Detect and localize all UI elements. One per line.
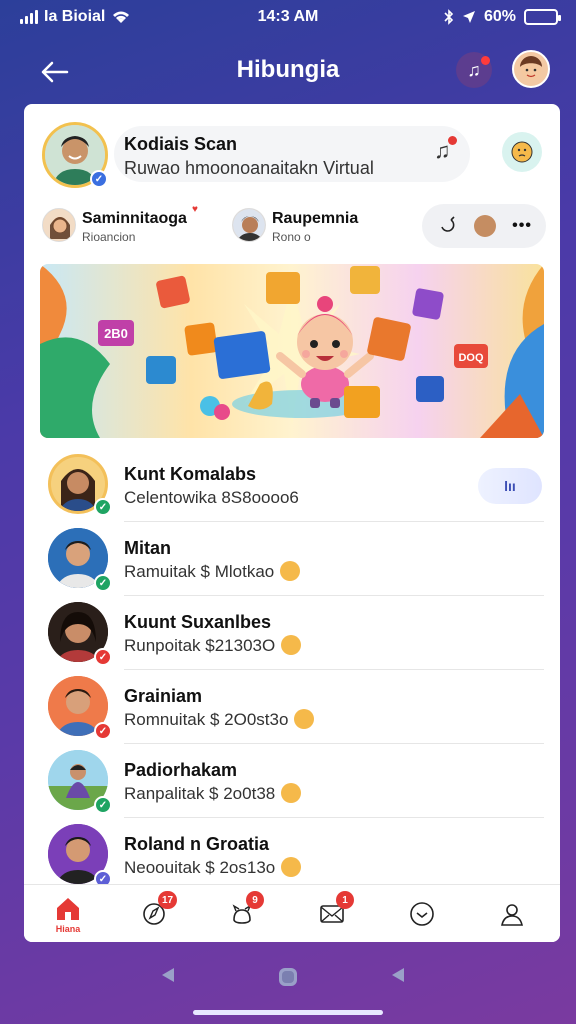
- user-icon: [501, 904, 523, 926]
- avatar[interactable]: [512, 50, 550, 88]
- contact-name: Kuunt Suxanlbes: [124, 612, 272, 632]
- contact-sub: Romnuitak $ 2O0st3o: [124, 708, 315, 731]
- status-bar: Ia Bioial 14:3 AM 60%: [0, 0, 576, 36]
- suggested-row: Saminnitaoga Rioancion ♥ Raupemnia Rono …: [42, 204, 546, 248]
- avatar: [42, 208, 76, 242]
- nav-profile[interactable]: [480, 885, 544, 942]
- verified-icon: ✓: [94, 796, 112, 814]
- emoji-icon: [294, 708, 315, 729]
- nav-mail[interactable]: 1: [300, 885, 364, 942]
- bottom-nav: Hiana 17 9 1: [24, 884, 560, 942]
- tile-label: 2B0: [104, 326, 128, 341]
- emoji-icon: [281, 856, 302, 877]
- contact-name: Grainiam: [124, 686, 203, 706]
- heart-icon: ♥: [192, 204, 198, 215]
- verified-icon: ✓: [94, 498, 112, 516]
- contact-name: Padiorhakam: [124, 760, 238, 780]
- promo-banner[interactable]: 2B0 DOQ: [40, 264, 544, 438]
- smiley-icon: [511, 141, 533, 163]
- list-item[interactable]: ✓ Padiorhakam Ranpalitak $ 2o0t38: [24, 744, 560, 818]
- featured-info: Kodiais Scan Ruwao hmoonoanaitakn Virtua…: [114, 126, 470, 182]
- avatar-face-icon: [520, 56, 542, 80]
- suggested-name: Raupemnia: [272, 210, 359, 227]
- verified-icon: ✓: [94, 722, 112, 740]
- banner-illustration: 2B0 DOQ: [40, 264, 544, 438]
- emoji-button[interactable]: [502, 132, 542, 172]
- notification-badge: 9: [246, 891, 264, 909]
- list-item[interactable]: ✓ Kunt Komalabs Celentowika 8S8oooo6 lıı: [24, 448, 560, 522]
- emoji-icon: [281, 634, 302, 655]
- emoji-icon: [280, 560, 301, 581]
- bluetooth-icon: [444, 9, 454, 25]
- quick-controls: •••: [422, 204, 546, 248]
- attach-icon[interactable]: [436, 215, 458, 237]
- home-indicator[interactable]: [193, 1010, 383, 1015]
- contact-sub: Neoouitak $ 2os13o: [124, 856, 302, 879]
- main-card: ✓ Kodiais Scan Ruwao hmoonoanaitakn Virt…: [24, 104, 560, 942]
- nav-home-label: Hiana: [55, 923, 81, 934]
- avatar[interactable]: [474, 215, 497, 237]
- call-button[interactable]: lıı: [478, 468, 542, 504]
- featured-name: Kodiais Scan: [124, 134, 238, 154]
- home-icon: [57, 897, 79, 920]
- contact-name: Kunt Komalabs: [124, 464, 257, 484]
- verified-icon: ✓: [94, 648, 112, 666]
- featured-subtitle: Ruwao hmoonoanaitakn Virtual: [124, 158, 374, 178]
- contact-name: Roland n Groatia: [124, 834, 270, 854]
- contact-sub: Runpoitak $21303O: [124, 634, 302, 657]
- list-item[interactable]: ✓ Roland n Groatia Neoouitak $ 2os13o: [24, 818, 560, 892]
- verified-icon: ✓: [90, 170, 108, 188]
- battery-icon: [524, 9, 561, 25]
- tile-label: DOQ: [458, 352, 484, 364]
- emoji-icon: [281, 782, 302, 803]
- avatar: [232, 208, 266, 242]
- suggested-sub: Rono o: [272, 230, 311, 244]
- list-item[interactable]: ✓ Kuunt Suxanlbes Runpoitak $21303O: [24, 596, 560, 670]
- suggested-user[interactable]: Saminnitaoga Rioancion ♥: [42, 204, 222, 248]
- featured-user[interactable]: ✓ Kodiais Scan Ruwao hmoonoanaitakn Virt…: [42, 120, 546, 190]
- suggested-name: Saminnitaoga: [82, 210, 187, 227]
- contact-sub: Celentowika 8S8oooo6: [124, 488, 299, 507]
- nav-chat[interactable]: [390, 885, 454, 942]
- list-item[interactable]: ✓ Mitan Ramuitak $ Mlotkao: [24, 522, 560, 596]
- home-circle-icon[interactable]: [277, 966, 299, 988]
- verified-icon: ✓: [94, 574, 112, 592]
- notification-dot: [481, 56, 490, 65]
- music-button[interactable]: ♫: [456, 52, 492, 88]
- nav-discover[interactable]: 17: [122, 885, 186, 942]
- contact-sub: Ramuitak $ Mlotkao: [124, 560, 301, 583]
- status-right: 60%: [444, 8, 561, 26]
- suggested-user[interactable]: Raupemnia Rono o: [232, 204, 402, 248]
- nav-home[interactable]: Hiana: [36, 885, 100, 942]
- back-triangle-icon[interactable]: [160, 966, 176, 984]
- notification-badge: 1: [336, 891, 354, 909]
- recent-triangle-icon[interactable]: [390, 966, 406, 984]
- notification-badge: 17: [158, 891, 178, 909]
- list-item[interactable]: ✓ Grainiam Romnuitak $ 2O0st3o: [24, 670, 560, 744]
- music-note-icon[interactable]: ♫: [434, 136, 457, 164]
- music-note-icon: ♫: [467, 59, 481, 80]
- notification-dot: [447, 136, 457, 145]
- contact-name: Mitan: [124, 538, 171, 558]
- contact-sub: Ranpalitak $ 2o0t38: [124, 782, 302, 805]
- chat-icon: [410, 902, 434, 926]
- app-header: Hibungia ♫: [0, 44, 576, 98]
- location-icon: [462, 11, 475, 23]
- more-icon[interactable]: •••: [512, 217, 532, 235]
- nav-pets[interactable]: 9: [210, 885, 274, 942]
- suggested-sub: Rioancion: [82, 230, 136, 244]
- system-nav: [0, 958, 576, 998]
- battery-percent: 60%: [483, 8, 516, 25]
